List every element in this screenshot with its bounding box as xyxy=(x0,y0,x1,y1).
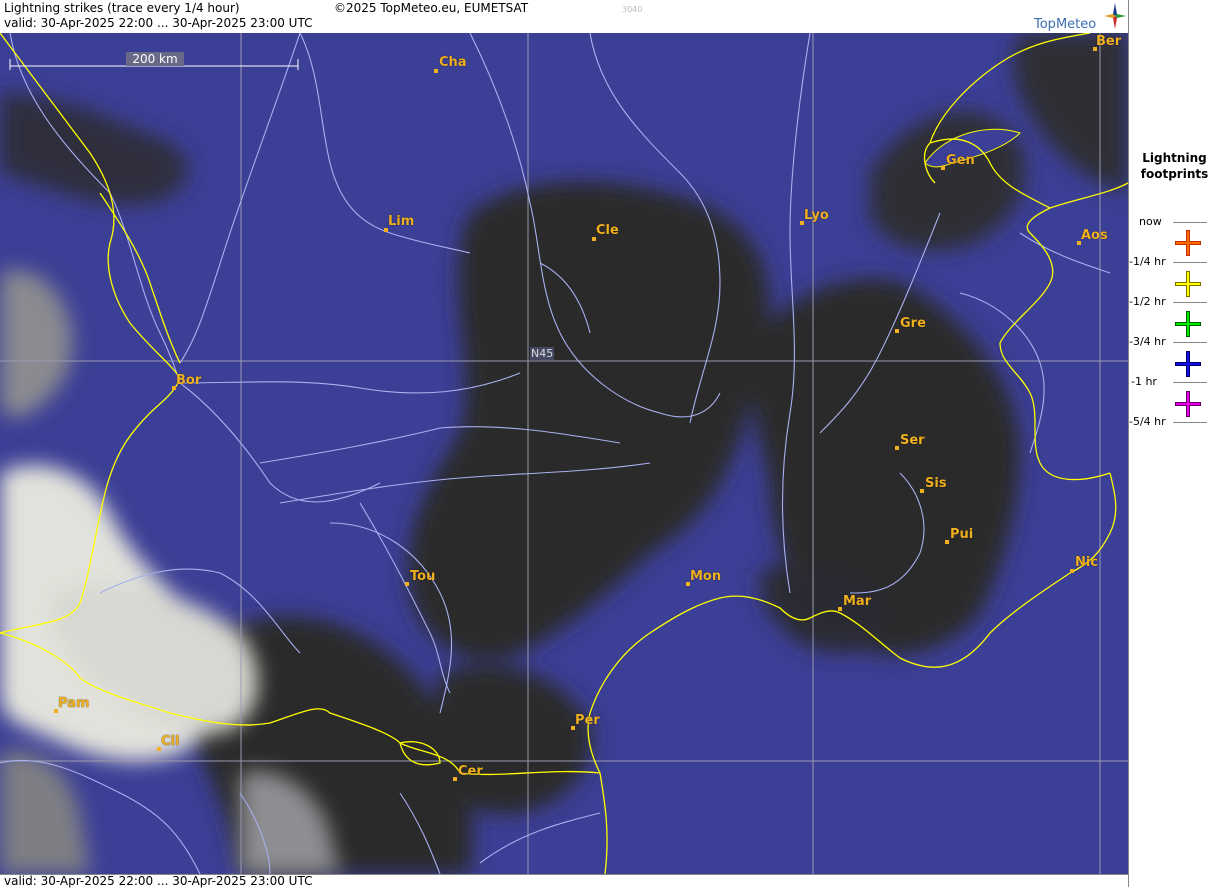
city-dot xyxy=(838,607,842,611)
lightning-cross-icon xyxy=(1175,351,1201,377)
topmeteo-logo[interactable]: TopMeteo xyxy=(1032,2,1126,32)
watermark-text: 3040 xyxy=(622,5,643,14)
city-label[interactable]: Cle xyxy=(596,223,619,238)
city-label[interactable]: Mon xyxy=(690,569,721,584)
city-label[interactable]: Nic xyxy=(1075,555,1098,570)
legend-divider xyxy=(1173,422,1207,423)
city-label[interactable]: Mar xyxy=(843,594,871,609)
valid-time-bottom: valid: 30-Apr-2025 22:00 ... 30-Apr-2025… xyxy=(4,874,313,888)
map-header: Lightning strikes (trace every 1/4 hour)… xyxy=(0,0,1128,34)
city-label[interactable]: Pui xyxy=(950,527,973,542)
city-dot xyxy=(434,69,438,73)
city-label[interactable]: Gre xyxy=(900,316,926,331)
city-label[interactable]: Bor xyxy=(176,373,201,388)
city-label[interactable]: Gen xyxy=(946,153,975,168)
city-label[interactable]: Aos xyxy=(1081,228,1108,243)
city-label[interactable]: Cil xyxy=(161,734,179,749)
legend-divider xyxy=(1173,302,1207,303)
legend-label-half: -1/2 hr xyxy=(1129,295,1166,308)
city-label[interactable]: Lim xyxy=(388,214,414,229)
map-footer: valid: 30-Apr-2025 22:00 ... 30-Apr-2025… xyxy=(0,874,1128,888)
legend-title-line2: footprints xyxy=(1140,167,1209,181)
lightning-legend: Lightning footprints now -1/4 hr -1/2 hr… xyxy=(1128,0,1219,887)
legend-label-three-quarter: -3/4 hr xyxy=(1129,335,1166,348)
legend-label-quarter: -1/4 hr xyxy=(1129,255,1166,268)
city-dot xyxy=(453,777,457,781)
copyright-text: ©2025 TopMeteo.eu, EUMETSAT xyxy=(334,1,529,15)
legend-divider xyxy=(1173,262,1207,263)
map-title: Lightning strikes (trace every 1/4 hour) xyxy=(4,1,240,15)
city-dot xyxy=(405,582,409,586)
logo-text: TopMeteo xyxy=(1034,17,1097,32)
city-label[interactable]: Cha xyxy=(439,55,467,70)
lightning-cross-icon xyxy=(1175,391,1201,417)
legend-title-line1: Lightning xyxy=(1142,151,1207,165)
city-label[interactable]: Lyo xyxy=(804,208,829,223)
city-dot xyxy=(920,489,924,493)
legend-divider xyxy=(1173,342,1207,343)
city-label[interactable]: Pam xyxy=(58,696,90,711)
lightning-cross-icon xyxy=(1175,311,1201,337)
legend-label-five-quarter: -5/4 hr xyxy=(1129,415,1166,428)
city-label[interactable]: Cer xyxy=(458,764,483,779)
latitude-label: N45 xyxy=(530,347,555,360)
legend-label-one-hour: -1 hr xyxy=(1131,375,1157,388)
satellite-map[interactable]: 200 km N45 Cha Ber Gen Lim Cle Lyo Aos G… xyxy=(0,33,1128,874)
lightning-cross-icon xyxy=(1175,230,1201,256)
city-label[interactable]: Sis xyxy=(925,476,947,491)
city-dot xyxy=(895,446,899,450)
city-label[interactable]: Tou xyxy=(410,569,435,584)
city-dot xyxy=(1070,569,1074,573)
legend-divider xyxy=(1173,382,1207,383)
city-dot xyxy=(895,329,899,333)
city-dot xyxy=(941,166,945,170)
city-label[interactable]: Ber xyxy=(1096,34,1121,49)
valid-time-top: valid: 30-Apr-2025 22:00 ... 30-Apr-2025… xyxy=(4,16,313,30)
lightning-cross-icon xyxy=(1175,271,1201,297)
city-label[interactable]: Ser xyxy=(900,433,925,448)
legend-divider xyxy=(1173,222,1207,223)
city-dot xyxy=(945,540,949,544)
compass-icon xyxy=(1104,3,1126,29)
scale-label: 200 km xyxy=(126,52,184,66)
legend-label-now: now xyxy=(1139,215,1162,228)
city-label[interactable]: Per xyxy=(575,713,600,728)
